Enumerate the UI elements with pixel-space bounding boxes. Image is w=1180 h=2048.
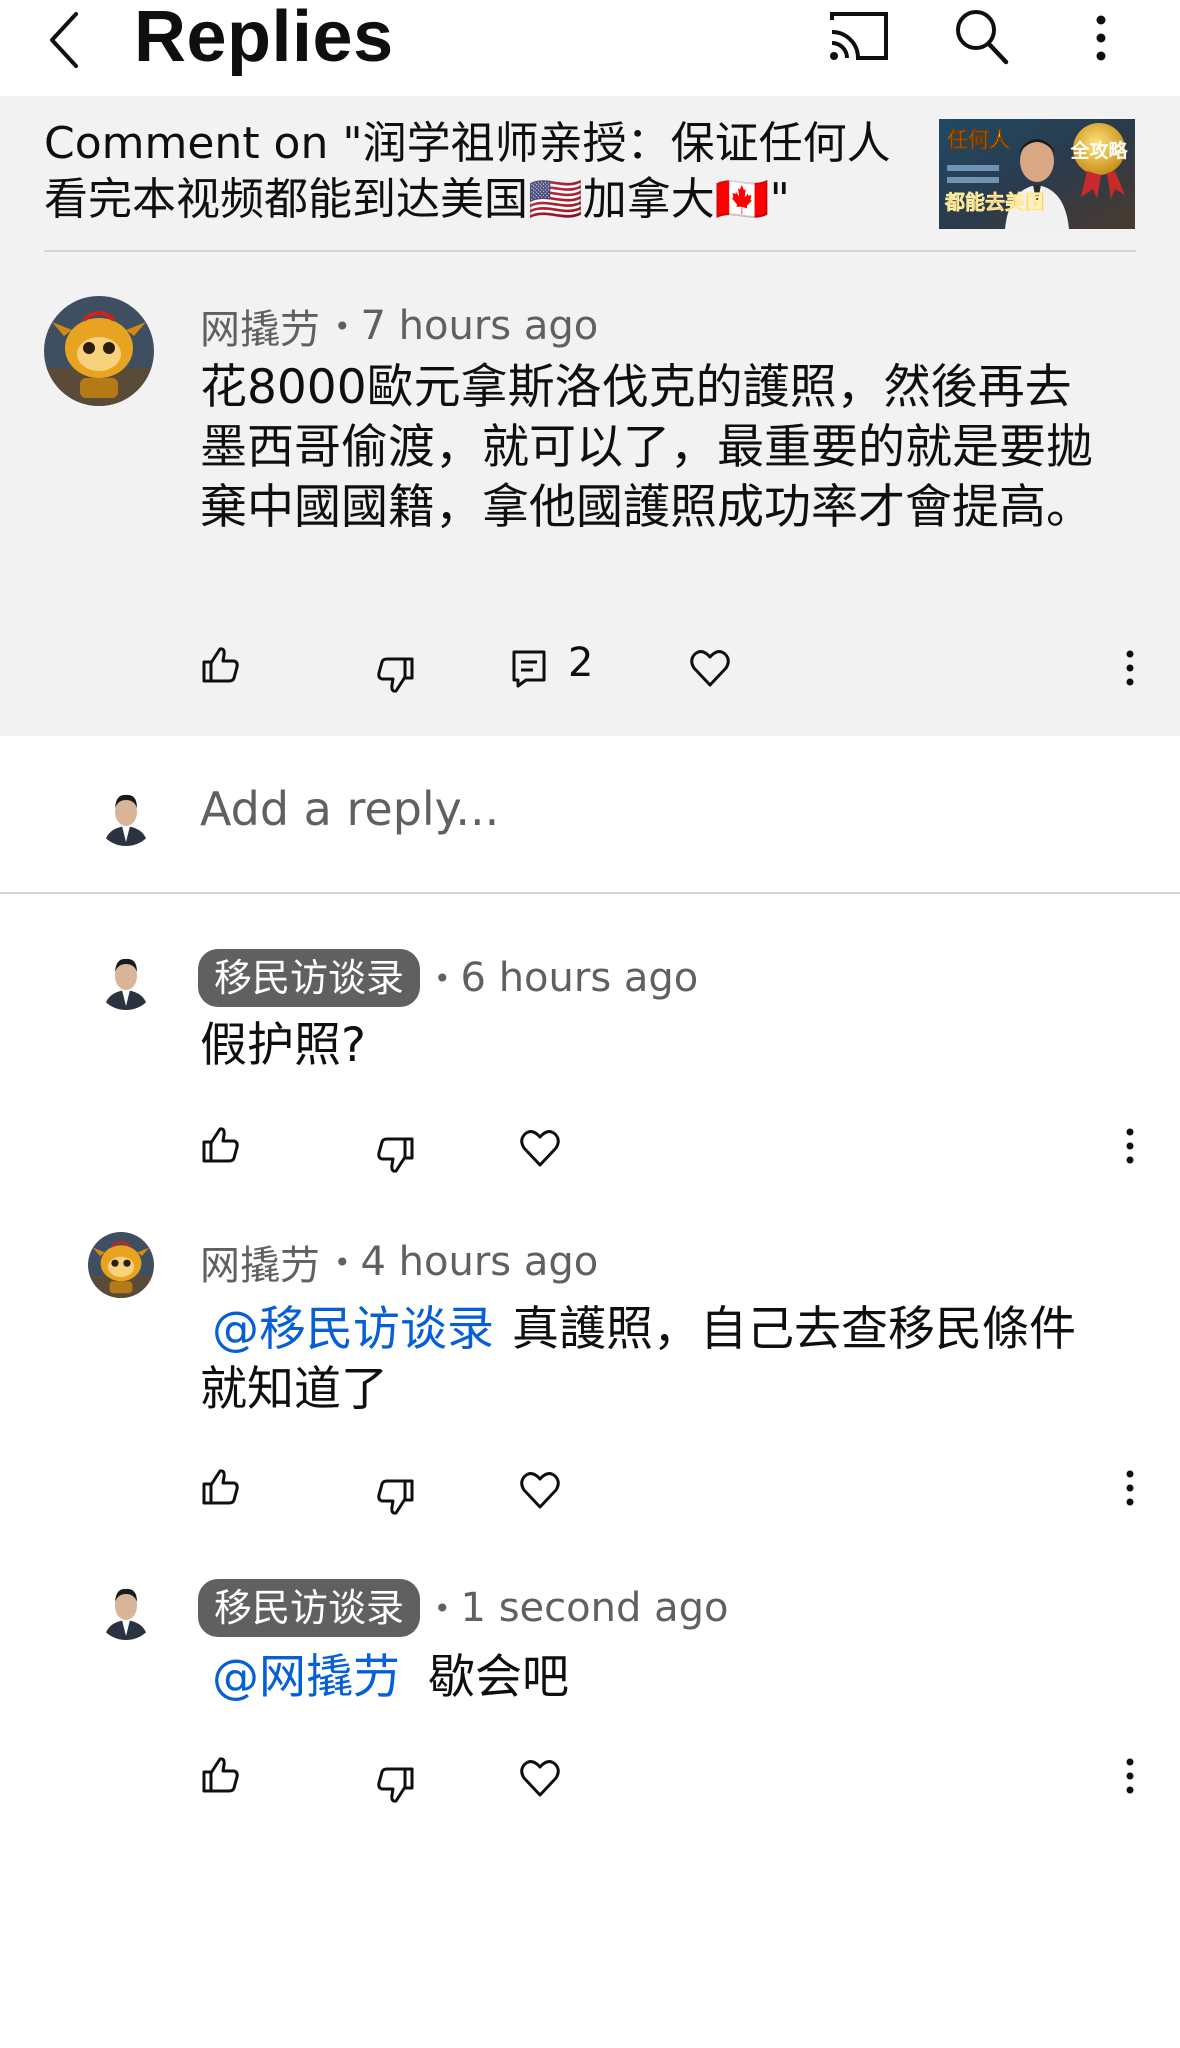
separator-dot: • [434,1591,451,1625]
mention-link[interactable]: @网撬芀 [212,1650,400,1705]
reply-body: @网撬芀 歇会吧 [200,1648,1110,1708]
heart-icon [520,1130,560,1167]
video-title-line-2: 看完本视频都能到达美国🇺🇸加拿大🇨🇦" [44,174,790,225]
reply-more-button[interactable] [1120,1466,1140,1514]
reply-text: 假护照? [200,1018,366,1073]
comment-more-button[interactable] [1120,646,1140,694]
reply-meta: 网撬芀 • 4 hours ago [200,1232,598,1292]
reply-author[interactable]: 网撬芀 [200,1233,320,1291]
person-avatar-icon [96,786,156,846]
thumbnail-medal-text: 全攻略 [1069,139,1128,162]
top-app-bar: Replies [0,0,1180,96]
page-title: Replies [134,0,394,77]
thumbs-down-icon [377,1767,414,1803]
more-vertical-icon [1126,1128,1134,1164]
avatar[interactable] [96,1580,156,1640]
thumbs-down-icon [377,1137,414,1173]
current-user-avatar [96,786,156,846]
search-button[interactable] [950,4,1012,68]
more-vertical-icon [1126,1470,1134,1506]
replies-screen: Replies Comment on "润学祖师亲授：保证任何人 看完本视频都能… [0,0,1180,2048]
heart-icon [520,1760,560,1797]
reply-timestamp: 4 hours ago [360,1239,599,1285]
thumbs-down-icon [377,1479,414,1515]
reply-meta: 移民访谈录 • 1 second ago [198,1578,728,1638]
more-vertical-icon [1126,1758,1134,1794]
separator-dot: • [434,961,451,995]
reply-more-button[interactable] [1120,1124,1140,1172]
reply-input[interactable]: Add a reply... [200,782,499,836]
person-avatar-icon [96,950,156,1010]
creator-badge-author[interactable]: 移民访谈录 [198,1579,421,1637]
person-avatar-icon [96,1580,156,1640]
thumbs-up-icon [202,1757,239,1793]
like-button[interactable] [198,1752,242,1800]
more-vertical-icon [1126,650,1134,686]
avatar[interactable] [44,296,154,406]
cast-icon [830,12,888,60]
heart-button[interactable] [688,646,732,694]
reply-body: 假护照? [200,1016,1110,1076]
heart-button[interactable] [518,1468,562,1516]
parent-comment-panel: Comment on "润学祖师亲授：保证任何人 看完本视频都能到达美国🇺🇸加拿… [0,96,1180,736]
dislike-button[interactable] [374,654,418,702]
reply-meta: 移民访谈录 • 6 hours ago [198,948,698,1008]
heart-button[interactable] [518,1126,562,1174]
more-options-button[interactable] [1086,6,1116,70]
thumbs-up-icon [202,1469,239,1505]
avatar[interactable] [96,950,156,1010]
back-icon [50,12,78,68]
separator-dot: • [334,309,351,343]
dislike-button[interactable] [374,1476,418,1524]
separator-dot: • [334,1245,351,1279]
reply-body: @移民访谈录 真護照，自己去查移民條件就知道了 [200,1300,1110,1420]
avatar[interactable] [88,1232,154,1298]
thumbnail-title-text: 任何人 [946,128,1010,152]
creator-badge-author[interactable]: 移民访谈录 [198,949,421,1007]
back-button[interactable] [40,4,96,76]
video-title-link[interactable]: Comment on "润学祖师亲授：保证任何人 看完本视频都能到达美国🇺🇸加拿… [44,116,894,228]
thumbs-up-icon [202,1127,239,1163]
comment-body: 花8000歐元拿斯洛伐克的護照，然後再去墨西哥偷渡，就可以了，最重要的就是要拋棄… [200,360,1093,535]
like-button[interactable] [198,1122,242,1170]
video-title-line-1: Comment on "润学祖师亲授：保证任何人 [44,118,891,169]
reply-text: 歇会吧 [428,1650,569,1705]
cast-button[interactable] [826,6,892,66]
comment-timestamp: 7 hours ago [360,303,599,349]
thumbs-down-icon [377,657,414,693]
comment-author[interactable]: 网撬芀 [200,297,320,355]
robot-avatar-icon [44,296,154,406]
thumbs-up-icon [202,647,239,683]
reply-timestamp: 6 hours ago [460,955,699,1001]
robot-avatar-icon [88,1232,154,1298]
like-button[interactable] [198,1464,242,1512]
reply-timestamp: 1 second ago [460,1585,729,1631]
comment-meta: 网撬芀 • 7 hours ago [200,296,598,356]
mention-link[interactable]: @移民访谈录 [212,1302,494,1357]
dislike-button[interactable] [374,1134,418,1182]
more-vertical-icon [1096,15,1106,61]
comment-icon [512,650,546,688]
dislike-button[interactable] [374,1764,418,1812]
divider [0,892,1180,894]
heart-icon [690,650,730,687]
replies-button[interactable] [508,646,552,694]
reply-more-button[interactable] [1120,1754,1140,1802]
search-icon [956,10,1009,65]
divider [44,250,1136,252]
thumbnail-bottom-text: 都能去美国 [944,190,1045,214]
like-button[interactable] [198,642,242,690]
video-thumbnail[interactable]: 全攻略 任何人 都能去美国 [939,119,1135,229]
heart-icon [520,1472,560,1509]
reply-count: 2 [568,640,594,686]
heart-button[interactable] [518,1756,562,1804]
